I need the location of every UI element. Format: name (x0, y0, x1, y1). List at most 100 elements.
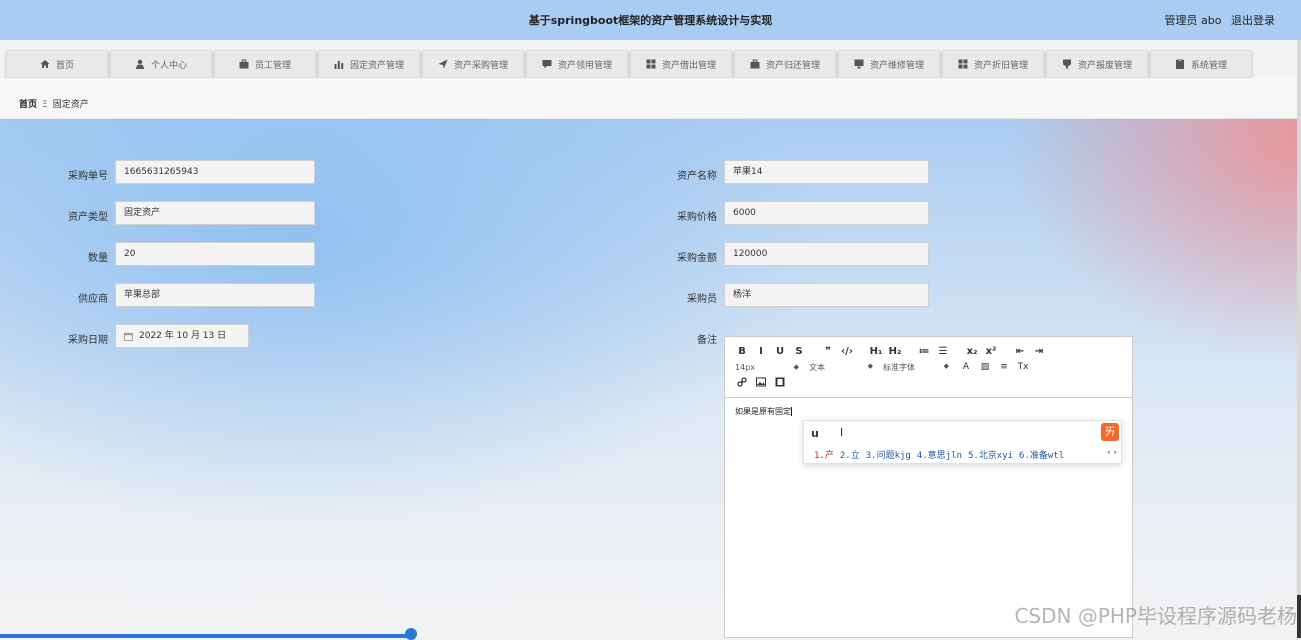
ime-candidate[interactable]: 2.立 (840, 451, 860, 461)
caigouyuan-input[interactable]: 杨洋 (724, 283, 929, 307)
app-title: 基于springboot框架的资产管理系统设计与实现 (528, 14, 773, 27)
superscript-button[interactable]: x² (984, 346, 998, 357)
ime-candidate-text: 意思jln (927, 451, 962, 461)
blockquote-button[interactable]: ❞ (821, 346, 835, 357)
nav-item-10[interactable]: 资产报废管理 (1046, 50, 1148, 78)
trophy-icon (1062, 59, 1071, 69)
outdent-button[interactable]: ⇤ (1013, 346, 1027, 357)
nav-item-label: 资产领用管理 (557, 60, 612, 71)
toolbar-row-3 (735, 375, 1122, 391)
ime-candidate-text: 北京xyi (978, 451, 1014, 461)
briefcase-icon (239, 59, 249, 69)
toolbar-row-2-tail: A ▨ ≡ Tx (959, 362, 1035, 372)
editor-text: 如果是原有固定 (735, 407, 792, 416)
caigou-riqi-value: 2022 年 10 月 13 日 (139, 331, 227, 341)
breadcrumb-home[interactable]: 首页 (19, 100, 37, 110)
link-icon[interactable] (735, 376, 749, 390)
ime-candidate-number: 3. (865, 451, 877, 461)
watermark: CSDN @PHP毕设程序源码老杨 (1014, 604, 1297, 628)
user-area: 管理员 abo 退出登录 (1159, 12, 1275, 28)
font-family-select[interactable]: 标准字体 ◆ (883, 362, 949, 373)
label-zichan-leixing: 资产类型 (68, 212, 108, 223)
grid-icon (958, 59, 968, 69)
subscript-button[interactable]: x₂ (965, 346, 979, 357)
bar-chart-icon (334, 61, 344, 69)
nav-item-8[interactable]: 资产维修管理 (838, 50, 940, 78)
label-shuliang: 数量 (88, 253, 108, 264)
page-scrollbar[interactable] (1297, 40, 1301, 638)
video-icon[interactable] (773, 377, 787, 390)
text-style-select[interactable]: 文本 ◆ (809, 362, 873, 373)
ime-typed: u (811, 427, 819, 440)
label-caigou-jiage: 采购价格 (677, 212, 717, 223)
italic-button[interactable]: I (754, 346, 768, 357)
nav-item-label: 资产折旧管理 (973, 60, 1028, 71)
progress-knob[interactable] (405, 628, 417, 640)
caigou-riqi-picker[interactable]: 2022 年 10 月 13 日 (115, 324, 249, 348)
font-color-button[interactable]: A (959, 362, 973, 372)
beizhu-editor[interactable]: B I U S ❞ ‹/› H₁ H₂ ≔ ☰ x₂ x² ⇤ ⇥ 14px ◆ 文本 ◆ 标准字体 ◆ A ▨ ≡… (724, 336, 1133, 638)
top-header: 基于springboot框架的资产管理系统设计与实现 管理员 abo 退出登录 (0, 0, 1301, 40)
gongyingshang-input[interactable]: 苹果总部 (115, 283, 315, 307)
editor-toolbar: B I U S ❞ ‹/› H₁ H₂ ≔ ☰ x₂ x² ⇤ ⇥ 14px ◆ 文本 ◆ 标准字体 ◆ A ▨ ≡… (725, 337, 1132, 398)
nav-item-5[interactable]: 资产领用管理 (526, 50, 628, 78)
briefcase-icon (750, 59, 760, 69)
caigou-danhao-input[interactable]: 1665631265943 (115, 160, 315, 184)
label-caigouyuan: 采购员 (687, 294, 717, 305)
background-color-button[interactable]: ▨ (978, 362, 992, 372)
breadcrumb: 首页 Ξ 固定资产 (19, 97, 89, 110)
caigou-jiage-input[interactable]: 6000 (724, 201, 929, 225)
shuliang-input[interactable]: 20 (115, 242, 315, 266)
ime-candidate[interactable]: 4.意思jln (917, 451, 962, 461)
bold-button[interactable]: B (735, 346, 749, 357)
ime-candidate[interactable]: 6.准备wtl (1019, 451, 1064, 461)
ime-candidates: 1.产 2.立 3.问题kjg 4.意思jln 5.北京xyi 6.准备wtl (814, 448, 1070, 461)
nav-item-2[interactable]: 员工管理 (214, 50, 316, 78)
nav-item-label: 固定资产管理 (349, 60, 404, 71)
label-beizhu: 备注 (697, 335, 717, 346)
ime-logo-icon[interactable]: ㄞ (1101, 423, 1119, 441)
text-style-value: 文本 (809, 362, 825, 372)
h2-button[interactable]: H₂ (888, 346, 902, 357)
nav-item-0[interactable]: 首页 (6, 50, 108, 78)
ime-candidate-number: 2. (839, 451, 851, 461)
scrollbar-thumb[interactable] (1297, 595, 1301, 638)
logout-link[interactable]: 退出登录 (1231, 14, 1275, 27)
nav-item-11[interactable]: 系统管理 (1150, 50, 1252, 78)
label-caigou-riqi: 采购日期 (68, 335, 108, 346)
nav-items: 首页 个人中心 员工管理 固定资产管理 资产采购管理 资产领用管理 资产借出管理 资产归还管理… (6, 50, 1252, 78)
nav-item-label: 资产采购管理 (453, 60, 508, 71)
font-size-value: 14px (735, 362, 755, 372)
zichan-mingcheng-input[interactable]: 苹果14 (724, 160, 929, 184)
ime-candidate-number: 5. (967, 451, 979, 461)
bullet-list-button[interactable]: ☰ (936, 346, 950, 357)
nav-item-label: 资产维修管理 (869, 60, 924, 71)
ordered-list-button[interactable]: ≔ (917, 346, 931, 357)
clear-format-button[interactable]: Tx (1016, 362, 1030, 372)
h1-button[interactable]: H₁ (869, 346, 883, 357)
font-size-select[interactable]: 14px ◆ (735, 363, 799, 372)
image-icon[interactable] (754, 377, 768, 390)
ime-popup: u I ㄞ 1.产 2.立 3.问题kjg 4.意思jln 5.北京xyi 6.准备wtl… (803, 420, 1122, 464)
code-button[interactable]: ‹/› (840, 346, 854, 357)
label-caigou-jine: 采购金额 (677, 253, 717, 264)
ime-page-arrows[interactable]: ‹ › (1107, 448, 1117, 458)
nav-item-label: 首页 (55, 60, 74, 71)
indent-button[interactable]: ⇥ (1032, 346, 1046, 357)
nav-item-3[interactable]: 固定资产管理 (318, 50, 420, 78)
nav-item-6[interactable]: 资产借出管理 (630, 50, 732, 78)
clipboard-icon (1175, 59, 1184, 69)
underline-button[interactable]: U (773, 346, 787, 357)
nav-item-4[interactable]: 资产采购管理 (422, 50, 524, 78)
ime-candidate[interactable]: 5.北京xyi (968, 451, 1013, 461)
nav-item-9[interactable]: 资产折旧管理 (942, 50, 1044, 78)
caigou-jine-input[interactable]: 120000 (724, 242, 929, 266)
nav-item-7[interactable]: 资产归还管理 (734, 50, 836, 78)
nav-item-1[interactable]: 个人中心 (110, 50, 212, 78)
strike-button[interactable]: S (792, 346, 806, 357)
zichan-leixing-input[interactable]: 固定资产 (115, 201, 315, 225)
align-button[interactable]: ≡ (997, 362, 1011, 372)
ime-candidate[interactable]: 1.产 (814, 451, 834, 461)
ime-candidate[interactable]: 3.问题kjg (866, 451, 911, 461)
nav-item-label: 资产借出管理 (661, 60, 716, 71)
